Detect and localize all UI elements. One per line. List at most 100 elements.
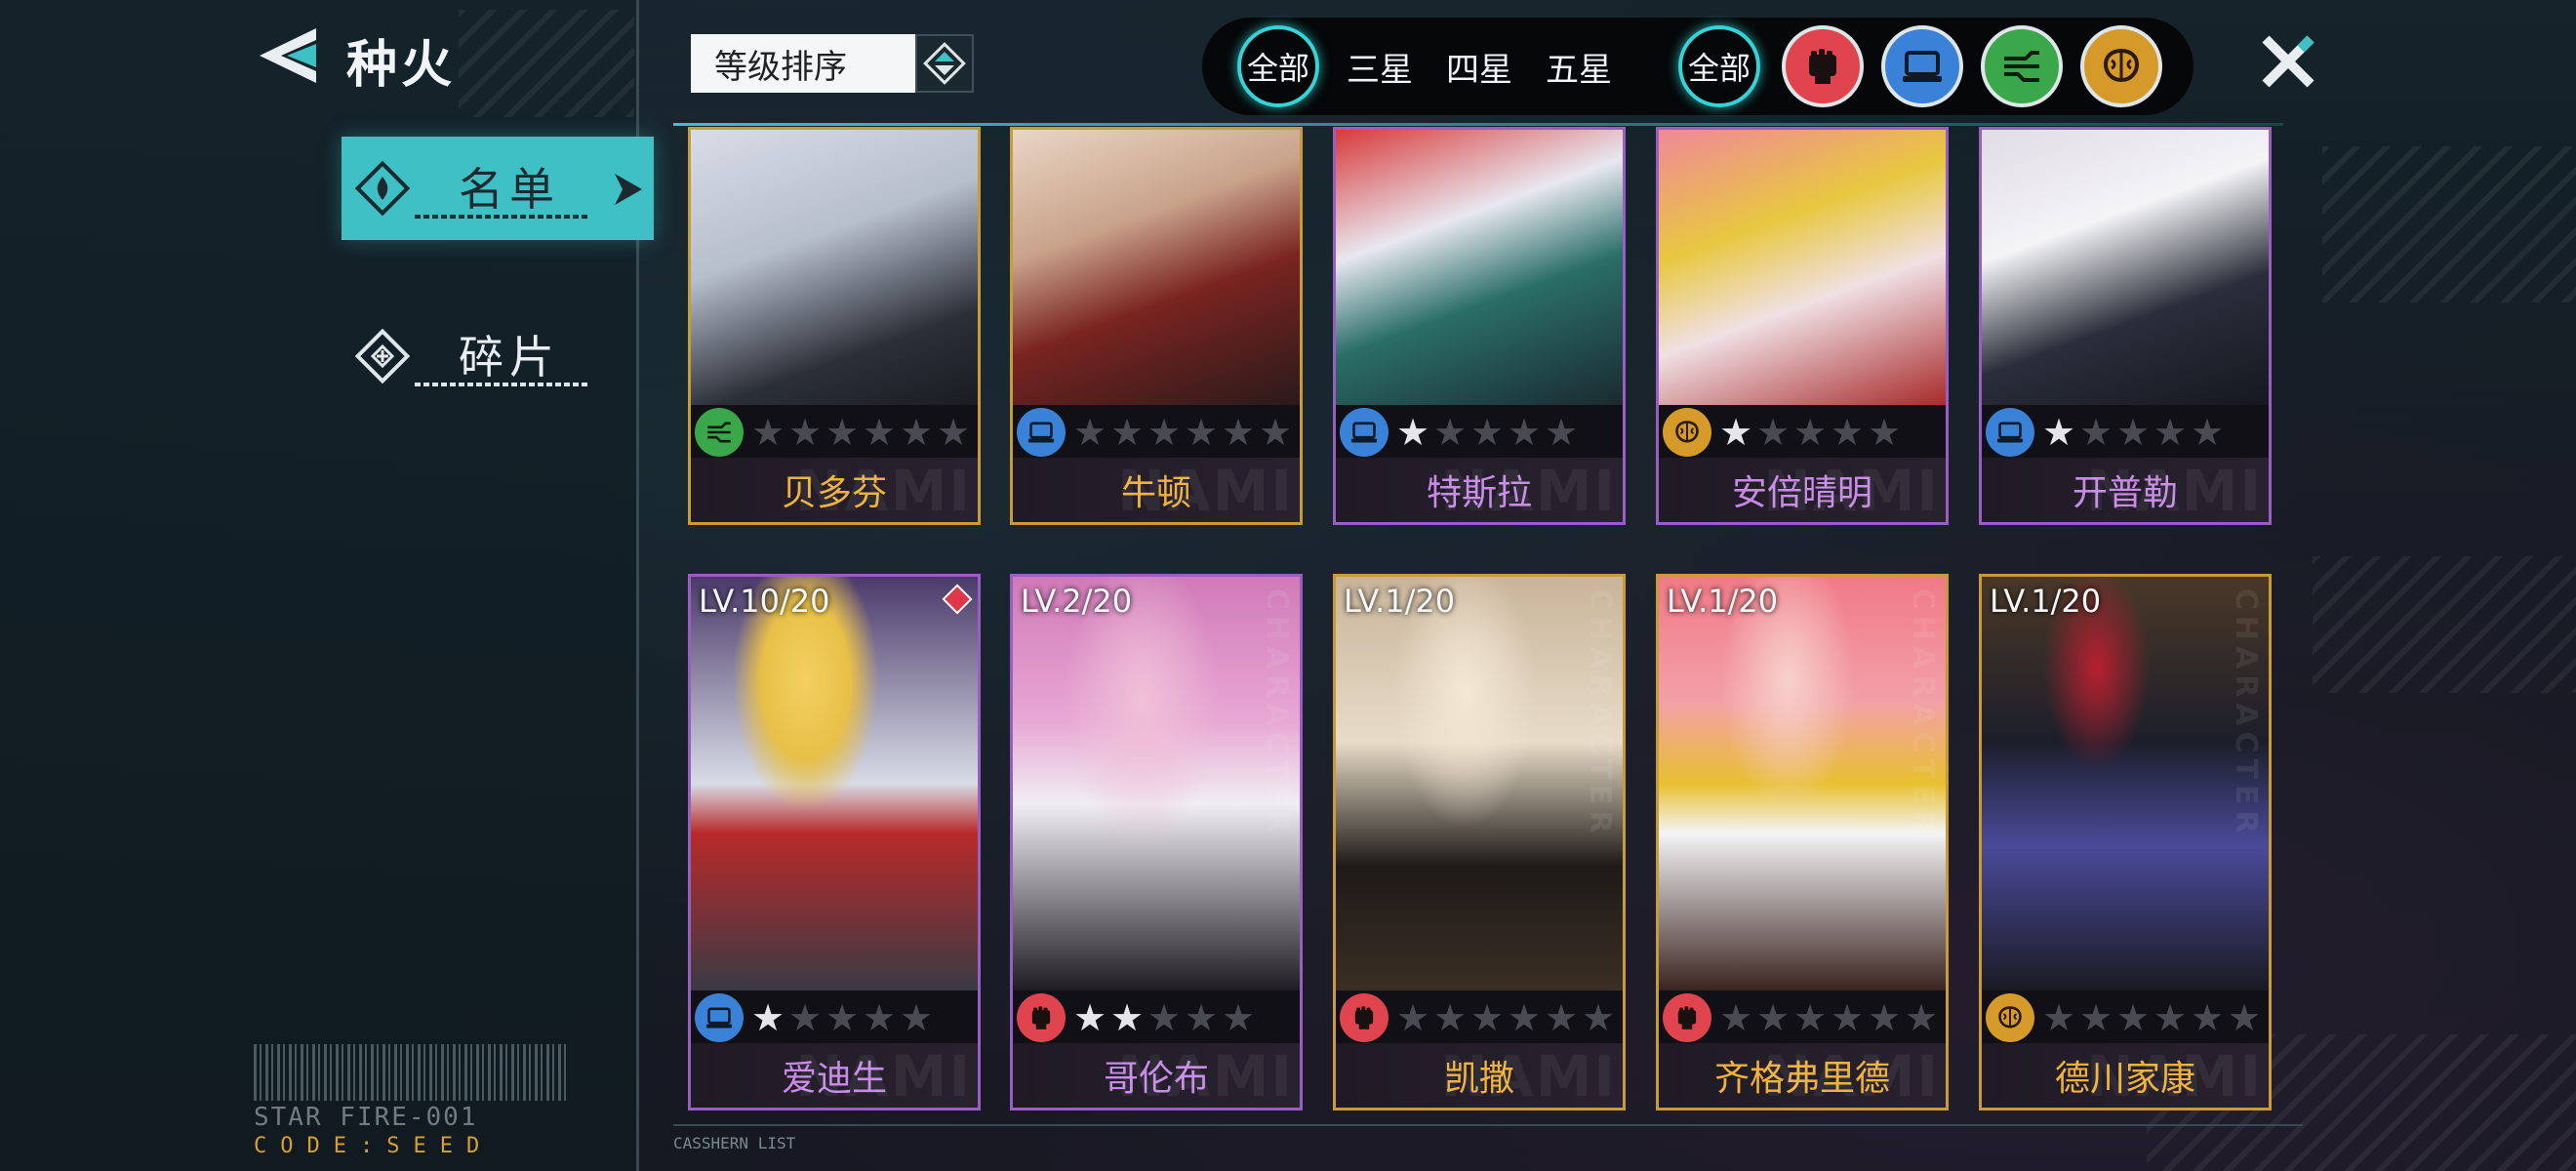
- fist-icon: [1663, 993, 1711, 1042]
- star-icon: ★: [1395, 996, 1430, 1039]
- divider: [415, 383, 590, 386]
- left-panel: 种火 名单 碎片 STAR FIRE-001 CODE:SEED: [0, 0, 654, 1171]
- chip-icon: [1340, 408, 1389, 457]
- star-icon: ★: [2190, 996, 2225, 1039]
- star-icon: ★: [2115, 996, 2151, 1039]
- star-icon: ★: [1432, 411, 1468, 454]
- character-card[interactable]: LV.10/20 ★ ★ ★ ★ ★ NAMI 爱迪生: [688, 574, 981, 1110]
- name-row: NAMI 牛顿: [1013, 458, 1300, 522]
- star-icon: ★: [1147, 996, 1182, 1039]
- character-portrait: [1013, 130, 1300, 405]
- star-icon: ★: [1072, 996, 1107, 1039]
- star-icon: ★: [1109, 411, 1145, 454]
- star-icon: ★: [787, 996, 823, 1039]
- filter-three-star[interactable]: 三星: [1347, 43, 1413, 91]
- star-icon: ★: [1507, 411, 1542, 454]
- watermark: CHARACTER: [1906, 588, 1940, 839]
- star-icon: ★: [1221, 996, 1256, 1039]
- fist-icon: [1017, 993, 1066, 1042]
- sort-dropdown[interactable]: 等级排序: [691, 34, 915, 93]
- decor-stripes-top: [2322, 146, 2576, 303]
- star-icon: ★: [862, 996, 897, 1039]
- star-icon: ★: [1184, 996, 1219, 1039]
- star-icon: ★: [862, 411, 897, 454]
- fist-icon: [1340, 993, 1389, 1042]
- character-card[interactable]: LV.2/20 CHARACTER ★ ★ ★ ★ ★ NAMI 哥伦布: [1010, 574, 1303, 1110]
- name-row: NAMI 爱迪生: [691, 1043, 978, 1108]
- star-icon: ★: [2078, 996, 2113, 1039]
- divider: [415, 215, 590, 219]
- sort-arrows-icon: [923, 42, 966, 85]
- name-row: NAMI 安倍晴明: [1659, 458, 1946, 522]
- star-icon: ★: [1718, 996, 1753, 1039]
- character-card[interactable]: ★ ★ ★ ★ ★ NAMI 开普勒: [1979, 127, 2272, 525]
- filter-type-all[interactable]: 全部: [1678, 25, 1760, 107]
- star-rating: ★ ★ ★ ★ ★ ★: [1394, 998, 1617, 1037]
- chip-icon: [1017, 408, 1066, 457]
- sidebar-item-fragments[interactable]: 碎片: [342, 304, 654, 408]
- star-rating: ★ ★ ★ ★ ★ ★: [1071, 413, 1294, 452]
- back-arrow-icon: [260, 28, 316, 83]
- stats-row: ★ ★ ★ ★ ★ ★: [1982, 990, 2269, 1045]
- star-icon: ★: [2041, 996, 2076, 1039]
- character-card[interactable]: LV.1/20 CHARACTER ★ ★ ★ ★ ★ ★ NAMI 德川家康: [1979, 574, 2272, 1110]
- character-card[interactable]: ★ ★ ★ ★ ★ ★ NAMI 牛顿: [1010, 127, 1303, 525]
- star-icon: ★: [1792, 411, 1828, 454]
- filter-five-star[interactable]: 五星: [1546, 43, 1612, 91]
- star-icon: ★: [2227, 996, 2262, 1039]
- footer-label: CASSHERN LIST: [673, 1134, 796, 1152]
- sort-toggle-button[interactable]: [915, 34, 974, 93]
- close-button[interactable]: [2254, 27, 2322, 96]
- chip-icon: [1986, 408, 2034, 457]
- star-icon: ★: [750, 411, 785, 454]
- character-card[interactable]: LV.1/20 CHARACTER ★ ★ ★ ★ ★ ★ NAMI 齐格弗里德: [1656, 574, 1949, 1110]
- star-icon: ★: [1221, 411, 1256, 454]
- star-icon: ★: [1072, 411, 1107, 454]
- character-card[interactable]: ★ ★ ★ ★ ★ ★ NAMI 贝多芬: [688, 127, 981, 525]
- filter-star-all[interactable]: 全部: [1237, 25, 1319, 107]
- character-portrait: [1013, 577, 1300, 990]
- star-icon: ★: [2153, 996, 2188, 1039]
- star-icon: ★: [1395, 411, 1430, 454]
- stats-row: ★ ★ ★ ★ ★ ★: [1336, 990, 1623, 1045]
- name-row: NAMI 哥伦布: [1013, 1043, 1300, 1108]
- chip-icon: [1903, 51, 1942, 82]
- level-label: LV.1/20: [1344, 583, 1456, 620]
- sidebar-item-roster[interactable]: 名单: [342, 137, 654, 240]
- name-row: NAMI 开普勒: [1982, 458, 2269, 522]
- character-card[interactable]: LV.1/20 CHARACTER ★ ★ ★ ★ ★ ★ NAMI 凯撒: [1333, 574, 1626, 1110]
- watermark: NAMI: [795, 458, 972, 524]
- back-button[interactable]: [249, 21, 327, 90]
- character-card[interactable]: ★ ★ ★ ★ ★ NAMI 特斯拉: [1333, 127, 1626, 525]
- filter-type-circuit[interactable]: [1981, 25, 2063, 107]
- character-portrait: [1336, 130, 1623, 405]
- flame-diamond-icon: [355, 161, 410, 216]
- star-rating: ★ ★ ★ ★ ★: [1071, 998, 1257, 1037]
- character-card[interactable]: ★ ★ ★ ★ ★ NAMI 安倍晴明: [1656, 127, 1949, 525]
- star-rating: ★ ★ ★ ★ ★: [749, 998, 935, 1037]
- name-row: NAMI 凯撒: [1336, 1043, 1623, 1108]
- filter-type-fist[interactable]: [1782, 25, 1864, 107]
- filter-type-brain[interactable]: [2080, 25, 2162, 107]
- star-icon: ★: [1718, 411, 1753, 454]
- star-icon: ★: [899, 996, 934, 1039]
- name-row: NAMI 齐格弗里德: [1659, 1043, 1946, 1108]
- character-portrait: [1982, 577, 2269, 990]
- star-icon: ★: [1184, 411, 1219, 454]
- star-icon: ★: [1544, 996, 1579, 1039]
- divider: [673, 123, 2283, 126]
- stats-row: ★ ★ ★ ★ ★: [1013, 990, 1300, 1045]
- watermark: CHARACTER: [1260, 588, 1294, 839]
- stats-row: ★ ★ ★ ★ ★ ★: [1013, 405, 1300, 460]
- star-icon: ★: [1544, 411, 1579, 454]
- star-rating: ★ ★ ★ ★ ★ ★: [2040, 998, 2263, 1037]
- star-icon: ★: [750, 996, 785, 1039]
- filter-type-chip[interactable]: [1881, 25, 1963, 107]
- chip-icon: [695, 993, 744, 1042]
- filter-four-star[interactable]: 四星: [1446, 43, 1512, 91]
- stats-row: ★ ★ ★ ★ ★: [1659, 405, 1946, 460]
- brand-block: STAR FIRE-001 CODE:SEED: [254, 1044, 605, 1161]
- character-portrait: [1659, 130, 1946, 405]
- star-icon: ★: [1755, 996, 1791, 1039]
- stats-row: ★ ★ ★ ★ ★ ★: [1659, 990, 1946, 1045]
